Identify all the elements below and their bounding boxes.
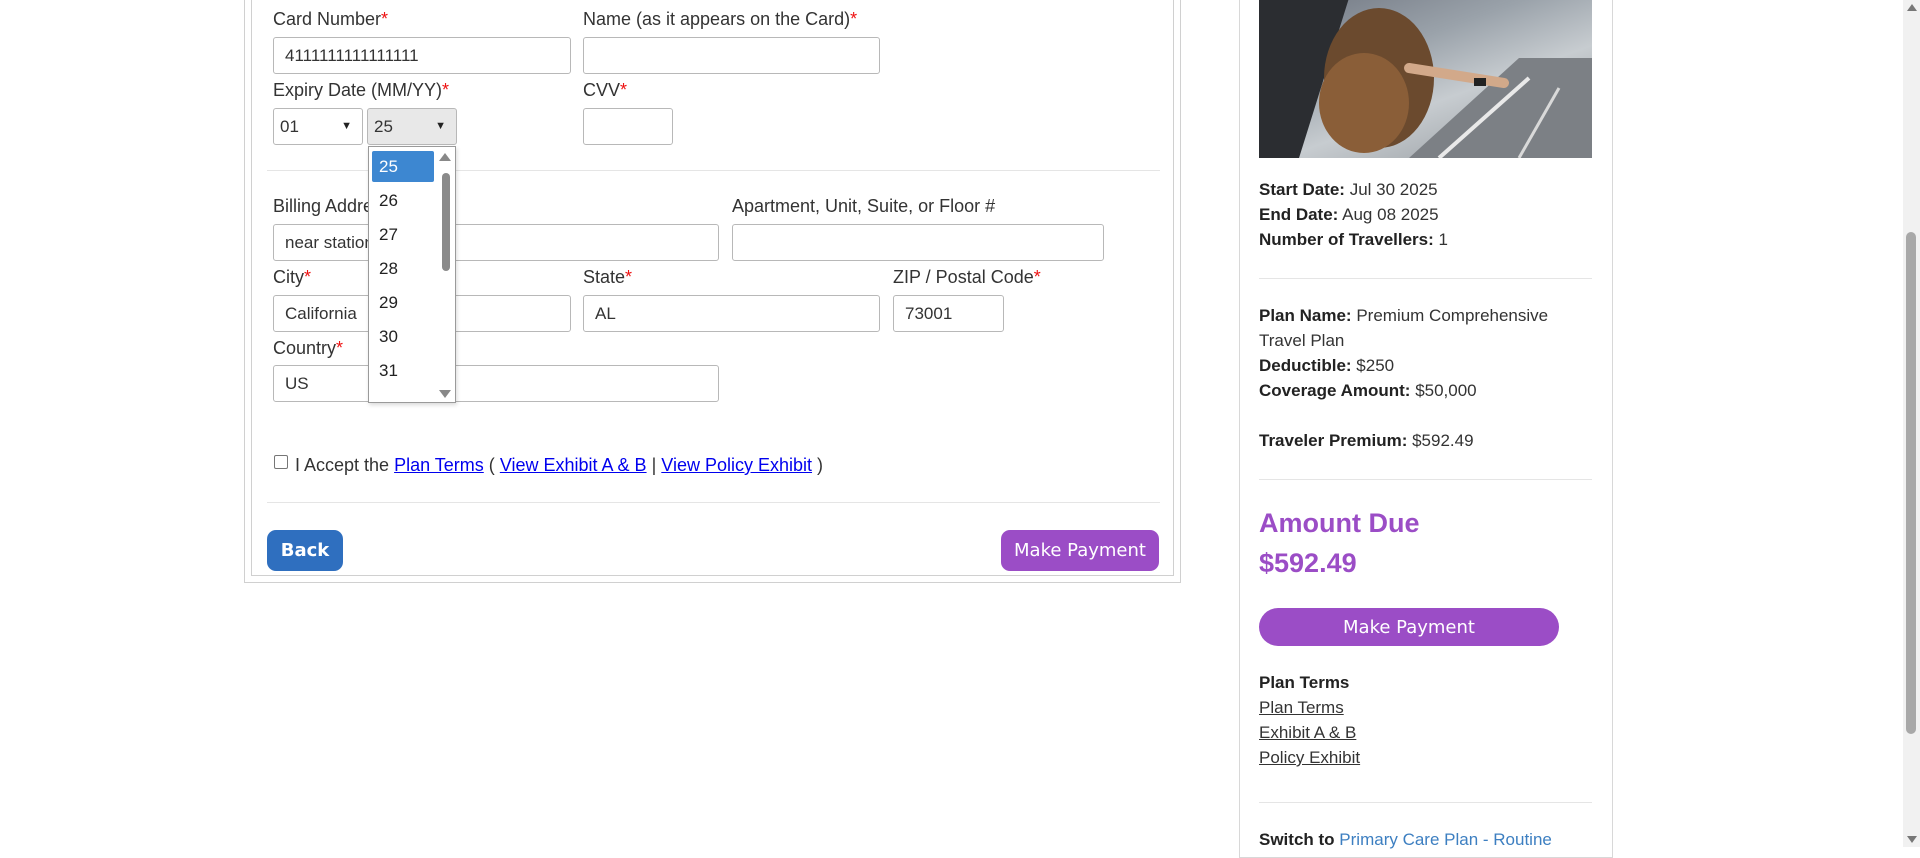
travel-photo (1259, 0, 1592, 158)
sidebar-policy-exhibit-link[interactable]: Policy Exhibit (1259, 748, 1360, 768)
page-scroll-thumb[interactable] (1906, 232, 1916, 734)
sidebar-exhibit-ab-link[interactable]: Exhibit A & B (1259, 723, 1356, 743)
apartment-input[interactable] (732, 224, 1104, 261)
accept-terms-checkbox[interactable] (274, 455, 288, 469)
amount-due-label: Amount Due (1259, 508, 1420, 538)
apartment-label: Apartment, Unit, Suite, or Floor # (732, 196, 996, 216)
chevron-down-icon: ▼ (341, 120, 352, 132)
summary-divider (1259, 802, 1592, 803)
card-number-input[interactable]: 4111111111111111 (273, 37, 571, 74)
card-number-label: Card Number* (273, 9, 389, 29)
expiry-year-value: 25 (374, 117, 393, 136)
scroll-down-icon[interactable] (1907, 836, 1917, 843)
travellers-count: Number of Travellers: 1 (1259, 230, 1448, 249)
year-option[interactable]: 28 (372, 253, 434, 284)
scroll-up-icon[interactable] (1907, 4, 1917, 11)
travel-photo-illustration (1259, 0, 1592, 158)
year-option[interactable]: 31 (372, 355, 434, 386)
view-exhibit-ab-link[interactable]: View Exhibit A & B (500, 455, 647, 475)
year-option[interactable]: 29 (372, 287, 434, 318)
state-label: State* (583, 267, 633, 287)
expiry-year-dropdown-list[interactable]: 25 26 27 28 29 30 31 (368, 146, 456, 403)
cvv-input[interactable] (583, 108, 673, 145)
plan-name-continued: Travel Plan (1259, 331, 1345, 350)
expiry-month-value: 01 (280, 117, 299, 136)
sidebar-plan-terms-link[interactable]: Plan Terms (1259, 698, 1344, 718)
scroll-down-icon[interactable] (439, 390, 451, 398)
terms-close-paren: ) (817, 455, 824, 475)
plan-terms-heading: Plan Terms (1259, 673, 1350, 692)
expiry-date-label: Expiry Date (MM/YY)* (273, 80, 450, 100)
back-button[interactable]: Back (267, 530, 343, 571)
plan-name: Plan Name: Premium Comprehensive (1259, 306, 1549, 325)
start-date: Start Date: Jul 30 2025 (1259, 180, 1438, 199)
sidebar-make-payment-button[interactable]: Make Payment (1259, 608, 1559, 646)
terms-open-paren: ( (488, 455, 495, 475)
scroll-up-icon[interactable] (439, 153, 451, 161)
city-label: City* (273, 267, 312, 287)
deductible: Deductible: $250 (1259, 356, 1395, 375)
coverage-amount: Coverage Amount: $50,000 (1259, 381, 1477, 400)
year-option[interactable]: 26 (372, 185, 434, 216)
chevron-down-icon: ▼ (435, 120, 446, 132)
year-option[interactable]: 25 (372, 151, 434, 182)
billing-address-input[interactable]: near station (273, 224, 719, 261)
country-input[interactable]: US (273, 365, 719, 402)
terms-prefix: I Accept the (295, 455, 390, 475)
view-policy-exhibit-link[interactable]: View Policy Exhibit (661, 455, 812, 475)
amount-due-value: $592.49 (1259, 548, 1357, 578)
end-date: End Date: Aug 08 2025 (1259, 205, 1439, 224)
traveler-premium: Traveler Premium: $592.49 (1259, 431, 1474, 450)
zip-label: ZIP / Postal Code* (893, 267, 1041, 287)
year-option[interactable]: 27 (372, 219, 434, 250)
summary-divider (1259, 278, 1592, 279)
card-name-input[interactable] (583, 37, 880, 74)
terms-separator: | (651, 455, 657, 475)
year-option[interactable]: 30 (372, 321, 434, 352)
state-input[interactable]: AL (583, 295, 880, 332)
zip-input[interactable]: 73001 (893, 295, 1004, 332)
dropdown-scrollbar[interactable] (437, 151, 453, 400)
make-payment-button[interactable]: Make Payment (1001, 530, 1159, 571)
plan-terms-link[interactable]: Plan Terms (394, 455, 484, 475)
dropdown-scroll-thumb[interactable] (442, 173, 450, 271)
expiry-year-select[interactable]: 25 ▼ (367, 108, 457, 145)
country-label: Country* (273, 338, 344, 358)
summary-divider (1259, 479, 1592, 480)
switch-plan: Switch to Primary Care Plan - Routine (1259, 830, 1552, 849)
section-divider (267, 502, 1160, 503)
accept-terms-text: I Accept the Plan Terms ( View Exhibit A… (295, 455, 823, 476)
expiry-month-select[interactable]: 01 ▼ (273, 108, 363, 145)
card-name-label: Name (as it appears on the Card)* (583, 9, 858, 29)
cvv-label: CVV* (583, 80, 628, 100)
switch-plan-link[interactable]: Primary Care Plan - Routine (1339, 830, 1552, 849)
